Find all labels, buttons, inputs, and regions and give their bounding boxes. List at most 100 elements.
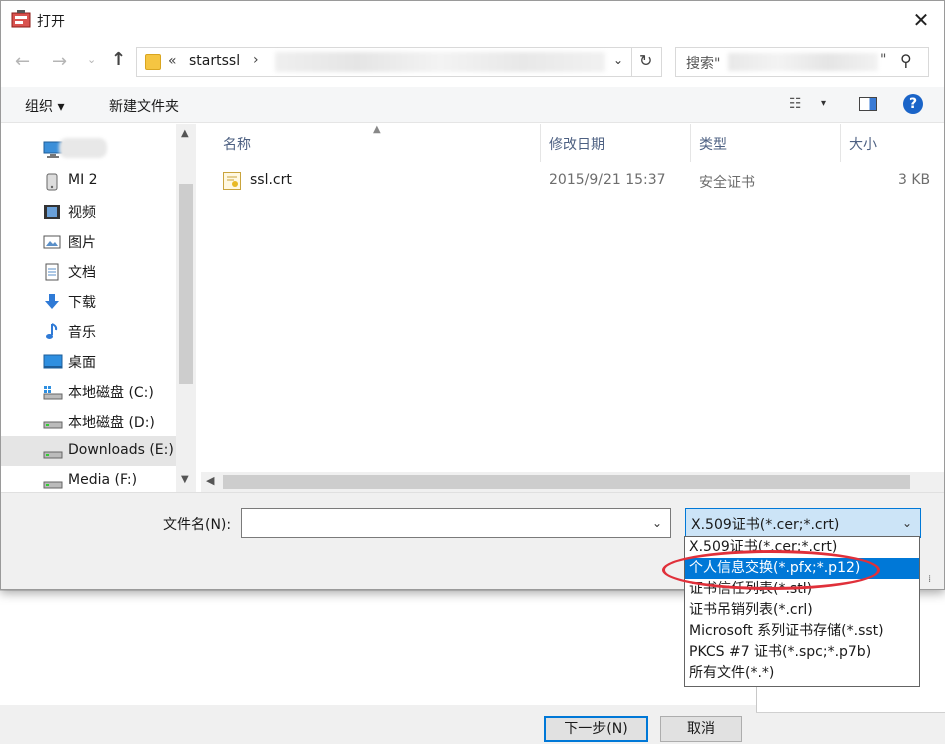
video-icon: [43, 203, 61, 219]
file-type-selected: X.509证书(*.cer;*.crt): [691, 517, 840, 533]
horizontal-scrollbar[interactable]: ◀: [201, 472, 944, 492]
sidebar-item-label: Media (F:): [68, 472, 138, 488]
file-name: ssl.crt: [250, 172, 292, 188]
download-icon: [43, 293, 61, 309]
column-header-type[interactable]: 类型: [699, 134, 727, 154]
sidebar-item-label-redacted: [59, 138, 107, 158]
sidebar-item-label: 音乐: [68, 325, 96, 341]
column-divider[interactable]: [540, 124, 541, 162]
pictures-icon: [43, 233, 61, 249]
breadcrumb-separator-icon[interactable]: ›: [253, 52, 259, 68]
sidebar-item-music[interactable]: 音乐: [1, 316, 176, 346]
column-header-name[interactable]: 名称: [223, 134, 251, 154]
search-placeholder-suffix: ": [880, 52, 887, 68]
file-type-option[interactable]: PKCS #7 证书(*.spc;*.p7b): [685, 642, 919, 663]
sort-ascending-icon: ▲: [373, 124, 381, 135]
new-folder-button[interactable]: 新建文件夹: [109, 96, 179, 116]
refresh-icon[interactable]: ↻: [639, 51, 652, 70]
search-input[interactable]: 搜索" " ⚲: [675, 47, 929, 77]
title-bar: 打开 ✕: [1, 1, 944, 39]
drive-icon: [43, 413, 63, 429]
certificate-file-icon: [223, 172, 241, 190]
command-bar: 组织 ▾ 新建文件夹 ☷ ▾ ?: [1, 87, 944, 123]
certificate-app-icon: [11, 10, 31, 28]
file-type-option[interactable]: 证书信任列表(*.stl): [685, 579, 919, 600]
drive-icon: [43, 443, 63, 459]
address-divider: [631, 48, 632, 76]
sidebar-item-label: 下载: [68, 295, 96, 311]
file-modified: 2015/9/21 15:37: [549, 172, 666, 188]
forward-arrow-icon[interactable]: →: [52, 51, 67, 72]
navigation-pane: MI 2 视频 图片 文档 下载 音乐 桌面 本地磁盘 (C:) 本地磁盘 (D…: [1, 124, 197, 492]
file-size: 3 KB: [898, 172, 931, 188]
redacted-search-scope: [728, 53, 878, 71]
breadcrumb-overflow[interactable]: «: [168, 53, 177, 69]
address-dropdown-icon[interactable]: ⌄: [613, 53, 623, 67]
filename-label: 文件名(N):: [163, 517, 232, 533]
back-arrow-icon[interactable]: ←: [15, 51, 30, 72]
system-drive-icon: [43, 383, 63, 400]
sidebar-item-pictures[interactable]: 图片: [1, 226, 176, 256]
chevron-down-icon[interactable]: ⌄: [902, 516, 912, 530]
file-type-option[interactable]: X.509证书(*.cer;*.crt): [685, 537, 919, 558]
navigation-scrollbar[interactable]: ▲ ▼: [176, 124, 196, 492]
recent-locations-chevron-icon[interactable]: ⌄: [87, 53, 96, 66]
search-placeholder-prefix: 搜索": [686, 56, 721, 72]
view-options-icon[interactable]: ☷: [789, 96, 802, 112]
scroll-left-icon[interactable]: ◀: [206, 474, 214, 487]
sidebar-item-desktop[interactable]: 桌面: [1, 346, 176, 376]
column-header-size[interactable]: 大小: [849, 134, 877, 154]
redacted-path: [275, 52, 605, 72]
scrollbar-thumb[interactable]: [223, 475, 910, 489]
scroll-right-icon: ⁞: [928, 574, 932, 585]
sidebar-item-videos[interactable]: 视频: [1, 196, 176, 226]
up-arrow-icon[interactable]: ↑: [111, 49, 126, 70]
help-icon[interactable]: ?: [903, 94, 923, 114]
file-list: ▲ 名称 修改日期 类型 大小 ssl.crt 2015/9/21 15:37 …: [201, 124, 944, 472]
sidebar-item-drive-e[interactable]: Downloads (E:): [1, 436, 176, 466]
wizard-side-panel-footer: [756, 712, 945, 744]
cancel-button[interactable]: 取消: [660, 716, 742, 742]
phone-icon: [43, 173, 61, 191]
sidebar-item-label: 文档: [68, 265, 96, 281]
sidebar-item-documents[interactable]: 文档: [1, 256, 176, 286]
organize-button[interactable]: 组织 ▾: [25, 96, 64, 116]
preview-pane-icon[interactable]: [859, 97, 877, 111]
sidebar-item-drive-d[interactable]: 本地磁盘 (D:): [1, 406, 176, 436]
file-type-dropdown: X.509证书(*.cer;*.crt) 个人信息交换(*.pfx;*.p12)…: [684, 536, 920, 687]
sidebar-item-label: 图片: [68, 235, 96, 251]
file-type-option[interactable]: 证书吊销列表(*.crl): [685, 600, 919, 621]
column-header-modified[interactable]: 修改日期: [549, 134, 605, 154]
close-button[interactable]: ✕: [905, 5, 937, 35]
file-type-select[interactable]: X.509证书(*.cer;*.crt) ⌄: [685, 508, 921, 538]
sidebar-item-label: 本地磁盘 (D:): [68, 415, 155, 431]
file-type-option-highlighted[interactable]: 个人信息交换(*.pfx;*.p12): [685, 558, 919, 579]
file-type-option[interactable]: Microsoft 系列证书存储(*.sst): [685, 621, 919, 642]
scrollbar-thumb[interactable]: [179, 184, 193, 384]
dialog-title: 打开: [37, 14, 65, 30]
sidebar-item-computer[interactable]: [1, 134, 176, 164]
sidebar-item-label: Downloads (E:): [68, 442, 174, 458]
search-icon[interactable]: ⚲: [900, 51, 912, 70]
sidebar-item-drive-c[interactable]: 本地磁盘 (C:): [1, 376, 176, 406]
sidebar-item-label: MI 2: [68, 172, 98, 188]
sidebar-item-label: 桌面: [68, 355, 96, 371]
chevron-down-icon[interactable]: ⌄: [652, 516, 662, 530]
address-bar[interactable]: « startssl › ⌄ ↻: [136, 47, 662, 77]
breadcrumb-startssl[interactable]: startssl: [189, 53, 240, 69]
open-file-dialog: 打开 ✕ ← → ⌄ ↑ « startssl › ⌄ ↻ 搜索" " ⚲ 组织…: [0, 0, 945, 590]
filename-input[interactable]: ⌄: [241, 508, 671, 538]
sidebar-item-mi2[interactable]: MI 2: [1, 166, 176, 196]
music-icon: [43, 323, 61, 339]
sidebar-item-downloads[interactable]: 下载: [1, 286, 176, 316]
file-type-option[interactable]: 所有文件(*.*): [685, 663, 919, 684]
sidebar-item-label: 本地磁盘 (C:): [68, 385, 154, 401]
column-divider[interactable]: [690, 124, 691, 162]
next-button[interactable]: 下一步(N): [544, 716, 648, 742]
column-divider[interactable]: [840, 124, 841, 162]
scroll-up-icon[interactable]: ▲: [181, 128, 189, 139]
view-dropdown-icon[interactable]: ▾: [821, 98, 826, 109]
scroll-down-icon[interactable]: ▼: [181, 474, 189, 485]
desktop-icon: [43, 353, 63, 369]
sidebar-item-drive-f[interactable]: Media (F:): [1, 466, 176, 492]
